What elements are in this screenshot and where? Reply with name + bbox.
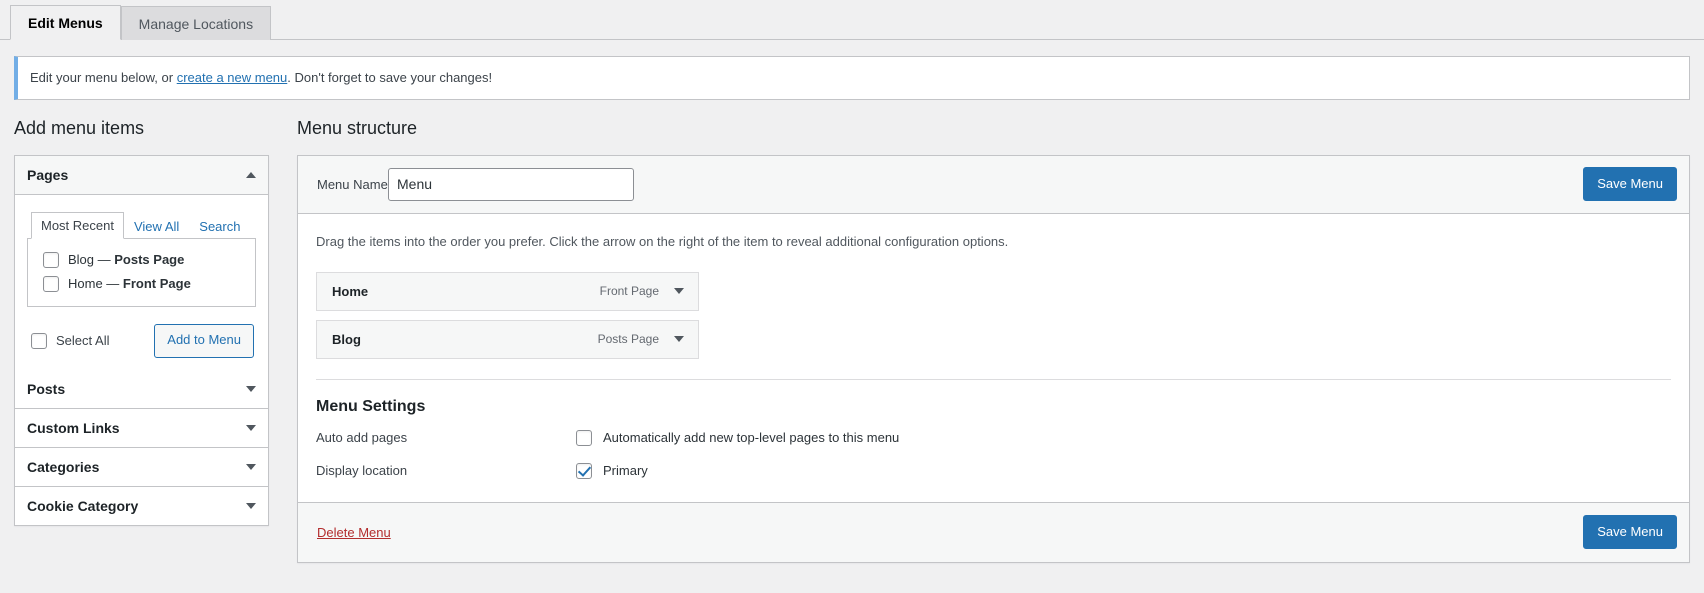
menu-settings-title: Menu Settings: [316, 397, 426, 415]
chevron-down-icon[interactable]: [674, 336, 684, 343]
tab-edit-menus[interactable]: Edit Menus: [10, 5, 121, 40]
menu-name-input[interactable]: [388, 167, 634, 201]
menu-structure-header: Menu Name Save Menu: [298, 155, 1689, 215]
accordion-section-categories: Categories: [15, 447, 268, 487]
checkbox-page-home[interactable]: [43, 275, 59, 292]
pages-tab-most-recent[interactable]: Most Recent: [31, 211, 124, 239]
menu-structure-body: Drag the items into the order you prefer…: [298, 214, 1689, 502]
delete-menu-link[interactable]: Delete Menu: [310, 525, 391, 540]
create-new-menu-link[interactable]: create a new menu: [177, 70, 288, 85]
accordion-section-posts: Posts: [15, 369, 268, 409]
accordion-section-custom-links: Custom Links: [15, 408, 268, 448]
add-menu-items-title: Add menu items: [14, 117, 145, 138]
accordion-title-custom-links: Custom Links: [27, 419, 120, 436]
page-blog-label: Blog — Posts Page: [68, 251, 185, 267]
pages-panel-footer: Select All Add to Menu: [27, 323, 256, 358]
chevron-down-icon[interactable]: [246, 424, 256, 431]
page-columns: Add menu items Pages Most Recent View Al…: [0, 117, 1704, 564]
table-row[interactable]: Home Front Page: [316, 271, 699, 311]
add-menu-items-accordion: Pages Most Recent View All Search Blog —…: [14, 154, 269, 526]
menu-structure-footer: Delete Menu Save Menu: [298, 501, 1689, 563]
chevron-up-icon[interactable]: [246, 171, 256, 178]
setting-option-display-location: Primary: [603, 463, 648, 479]
accordion-title-cookie-category: Cookie Category: [27, 497, 139, 514]
menu-item-meta: Front Page: [600, 284, 684, 298]
menu-structure-box: Menu Name Save Menu Drag the items into …: [297, 154, 1690, 564]
menu-item-title: Home: [332, 283, 369, 299]
chevron-down-icon[interactable]: [246, 385, 256, 392]
save-menu-button-top[interactable]: Save Menu: [1583, 166, 1677, 202]
menu-structure-title: Menu structure: [297, 117, 418, 138]
menu-item-type: Posts Page: [597, 332, 659, 347]
setting-label-auto-add-pages: Auto add pages: [316, 430, 408, 446]
menu-notice: Edit your menu below, or create a new me…: [14, 56, 1690, 100]
divider: [316, 378, 1671, 380]
accordion-header-pages[interactable]: Pages: [15, 155, 268, 195]
accordion-header-categories[interactable]: Categories: [15, 447, 268, 487]
tab-manage-locations[interactable]: Manage Locations: [120, 6, 272, 40]
checkbox-display-location-primary[interactable]: [576, 462, 592, 479]
accordion-title-pages: Pages: [27, 166, 69, 183]
accordion-body-pages: Most Recent View All Search Blog — Posts…: [15, 195, 268, 370]
setting-display-location: Display location Primary: [316, 462, 1677, 479]
accordion-section-cookie-category: Cookie Category: [15, 486, 268, 525]
menu-item-type: Front Page: [599, 284, 659, 299]
setting-option-auto-add-pages: Automatically add new top-level pages to…: [603, 430, 900, 446]
notice-text-before: Edit your menu below, or: [30, 70, 177, 85]
list-item[interactable]: Home — Front Page: [38, 272, 245, 296]
accordion-header-custom-links[interactable]: Custom Links: [15, 408, 268, 448]
pages-tab-view-all[interactable]: View All: [124, 213, 189, 239]
menu-name-row: Menu Name: [310, 167, 634, 201]
menu-item-meta: Posts Page: [598, 332, 684, 346]
setting-control-display-location[interactable]: Primary: [576, 462, 648, 479]
page-home-label: Home — Front Page: [68, 275, 191, 291]
setting-label-display-location: Display location: [316, 463, 408, 479]
pages-tab-most-recent-label: Most Recent: [41, 217, 114, 233]
pages-tab-search-label: Search: [199, 218, 241, 234]
pages-tab-search[interactable]: Search: [189, 213, 250, 239]
table-row[interactable]: Blog Posts Page: [316, 319, 699, 359]
setting-control-auto-add-pages[interactable]: Automatically add new top-level pages to…: [576, 429, 900, 446]
accordion-section-pages: Pages Most Recent View All Search Blog —…: [15, 155, 268, 370]
checkbox-auto-add-pages[interactable]: [576, 429, 592, 446]
pages-most-recent-panel: Blog — Posts Page Home — Front Page: [27, 238, 256, 307]
accordion-title-posts: Posts: [27, 380, 66, 397]
checkbox-page-blog[interactable]: [43, 251, 59, 268]
tab-manage-locations-label: Manage Locations: [138, 16, 254, 32]
chevron-down-icon[interactable]: [246, 502, 256, 509]
select-all-label: Select All: [56, 333, 110, 349]
menu-structure-column: Menu structure Menu Name Save Menu Drag …: [297, 117, 1690, 564]
add-to-menu-button[interactable]: Add to Menu: [154, 323, 254, 358]
setting-auto-add-pages: Auto add pages Automatically add new top…: [316, 429, 1677, 446]
add-menu-items-column: Add menu items Pages Most Recent View Al…: [14, 117, 269, 526]
pages-tab-view-all-label: View All: [133, 218, 180, 234]
checkbox-select-all[interactable]: [31, 332, 47, 349]
select-all-wrapper[interactable]: Select All: [31, 332, 110, 349]
accordion-title-categories: Categories: [27, 458, 100, 475]
accordion-header-cookie-category[interactable]: Cookie Category: [15, 486, 268, 525]
chevron-down-icon[interactable]: [246, 463, 256, 470]
accordion-header-posts[interactable]: Posts: [15, 369, 268, 409]
notice-text-after: . Don't forget to save your changes!: [287, 70, 493, 85]
save-menu-button-bottom[interactable]: Save Menu: [1583, 514, 1677, 550]
drag-hint-text: Drag the items into the order you prefer…: [316, 234, 1009, 250]
tab-edit-menus-label: Edit Menus: [28, 15, 103, 31]
list-item[interactable]: Blog — Posts Page: [38, 248, 245, 272]
pages-tab-list: Most Recent View All Search: [27, 211, 256, 239]
menu-name-label: Menu Name: [317, 176, 388, 192]
chevron-down-icon[interactable]: [674, 288, 684, 295]
menu-item-title: Blog: [332, 331, 361, 347]
admin-tab-bar: Edit Menus Manage Locations: [0, 0, 1704, 40]
